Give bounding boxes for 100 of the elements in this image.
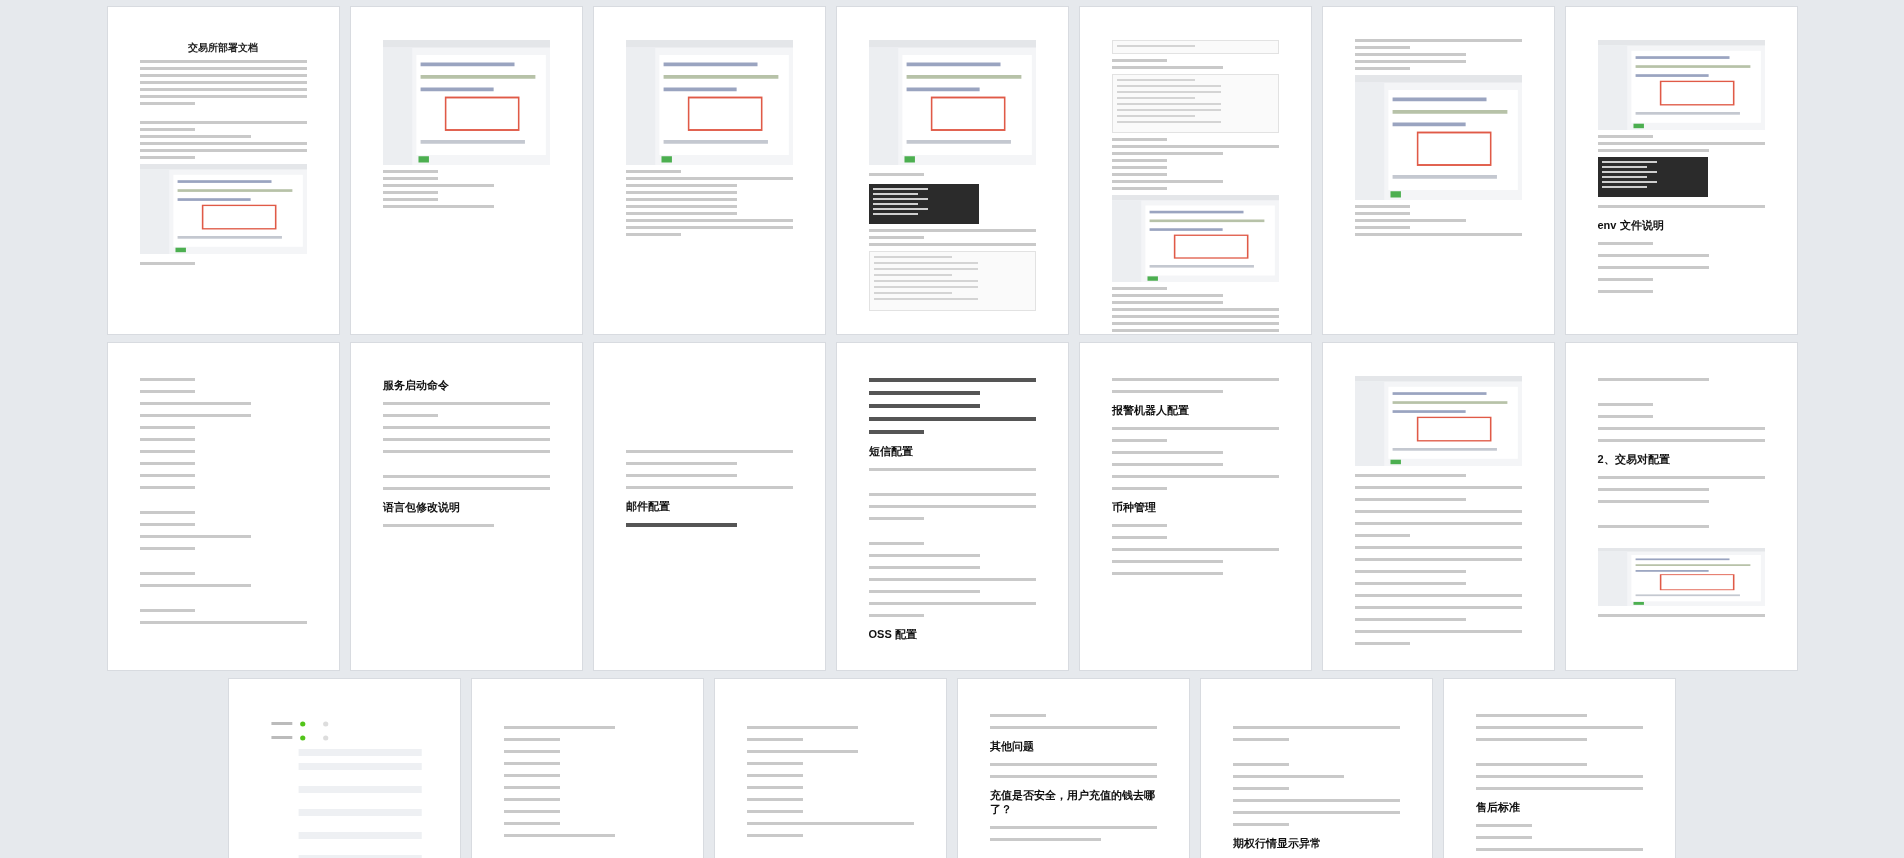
blurred-text-line: [1111, 186, 1168, 190]
blurred-text-line: [139, 438, 196, 441]
blurred-text-line: [139, 474, 196, 477]
section-heading: 期权行情显示异常: [1233, 836, 1322, 850]
document-page[interactable]: [835, 6, 1069, 335]
blurred-text-line: [747, 834, 803, 837]
blurred-text-line: [1597, 278, 1654, 281]
blurred-text-line: [382, 177, 439, 180]
document-page[interactable]: 售后标准: [1443, 678, 1676, 858]
blurred-text-line: [1597, 242, 1654, 245]
blurred-text-line: [1597, 290, 1654, 293]
blurred-text-line: [139, 609, 196, 612]
blurred-text-line: [139, 378, 196, 381]
blurred-text-line: [747, 774, 803, 777]
document-page[interactable]: env 文件说明: [1564, 6, 1798, 335]
blurred-text-line: [868, 517, 925, 520]
blurred-text-line: [1597, 403, 1654, 406]
blurred-text-line: [1597, 135, 1654, 138]
blurred-text-line: [868, 542, 925, 545]
blurred-text-line: [504, 738, 560, 741]
document-page[interactable]: 其他问题 充值是否安全，用户充值的钱去哪了？: [957, 678, 1190, 858]
document-page[interactable]: 2、交易对配置: [1564, 342, 1798, 671]
blurred-text-line: [747, 798, 803, 801]
blurred-text-line: [1354, 534, 1411, 537]
section-heading: 2、交易对配置: [1597, 452, 1671, 466]
document-page[interactable]: 期权行情显示异常: [1200, 678, 1433, 858]
document-title: 交易所部署文档: [187, 41, 259, 55]
blurred-text-line: [1111, 487, 1168, 490]
blurred-text-line: [139, 156, 196, 159]
blurred-text-line: [1111, 172, 1168, 176]
blurred-text-line: [1476, 824, 1532, 827]
blurred-text-line: [990, 714, 1046, 717]
blurred-text-line: [139, 426, 196, 429]
blurred-text-line: [139, 523, 196, 526]
blurred-text-line: [504, 750, 560, 753]
blurred-text-line: [504, 774, 560, 777]
blurred-text-line: [504, 762, 560, 765]
blurred-text-line: [1354, 226, 1411, 229]
section-heading: 短信配置: [868, 444, 914, 458]
blurred-text-line: [1111, 165, 1168, 169]
blurred-text-line: [1233, 823, 1289, 826]
blurred-text-line: [1233, 763, 1289, 766]
blurred-text-line: [1354, 212, 1411, 215]
blurred-text-line: [868, 614, 925, 617]
blurred-text-line: [1354, 205, 1411, 208]
blurred-text-line: [1111, 439, 1168, 442]
blurred-text-line: [1111, 158, 1168, 162]
blurred-text-line: [139, 572, 196, 575]
section-heading: 售后标准: [1476, 800, 1521, 814]
section-heading: 充值是否安全，用户充值的钱去哪了？: [990, 788, 1156, 816]
section-heading: 其他问题: [990, 739, 1035, 753]
blurred-text-line: [139, 102, 196, 105]
document-page[interactable]: 服务启动命令 语言包修改说明: [349, 342, 583, 671]
blurred-text-line: [139, 511, 196, 514]
blurred-text-line: [504, 822, 560, 825]
document-page[interactable]: 交易所部署文档: [106, 6, 340, 335]
blurred-text-line: [868, 173, 925, 176]
blurred-text-line: [139, 486, 196, 489]
blurred-text-line: [1111, 137, 1168, 141]
blurred-text-line: [1233, 738, 1289, 741]
blurred-text-line: [139, 547, 196, 550]
blurred-text-line: [139, 450, 196, 453]
section-heading: env 文件说明: [1597, 218, 1665, 232]
blurred-text-line: [139, 462, 196, 465]
blurred-text-line: [1597, 415, 1654, 418]
document-page[interactable]: 短信配置 OSS 配置: [835, 342, 1069, 671]
blurred-text-line: [747, 810, 803, 813]
blurred-text-line: [1111, 524, 1168, 527]
section-heading: 报警机器人配置: [1111, 403, 1190, 417]
section-heading: 邮件配置: [625, 499, 671, 513]
blurred-text-line: [504, 798, 560, 801]
blurred-text-line: [139, 390, 196, 393]
document-page[interactable]: 报警机器人配置 币种管理: [1078, 342, 1312, 671]
section-heading: 语言包修改说明: [382, 500, 461, 514]
blurred-text-line: [382, 170, 439, 173]
blurred-text-line: [382, 191, 439, 194]
section-heading: OSS 配置: [868, 627, 918, 641]
blurred-text-line: [504, 810, 560, 813]
blurred-text-line: [1354, 642, 1411, 645]
section-heading: 币种管理: [1111, 500, 1157, 514]
blurred-text-line: [1111, 536, 1168, 539]
blurred-text-line: [382, 198, 439, 201]
blurred-text-line: [747, 738, 803, 741]
blurred-text-line: [382, 414, 439, 417]
blurred-text-line: [139, 262, 196, 265]
blurred-text-line: [1354, 67, 1411, 70]
blurred-text-line: [1476, 836, 1532, 839]
blurred-text-line: [504, 786, 560, 789]
blurred-text-line: [1111, 58, 1168, 62]
blurred-text-line: [747, 786, 803, 789]
blurred-text-line: [1111, 287, 1168, 290]
blurred-text-line: [868, 236, 925, 239]
blurred-text-line: [625, 233, 682, 236]
blurred-text-line: [139, 128, 196, 131]
blurred-text-line: [747, 762, 803, 765]
blurred-text-line: [625, 170, 682, 173]
document-page[interactable]: 邮件配置: [592, 342, 826, 671]
section-heading: 服务启动命令: [382, 378, 450, 392]
blurred-text-line: [1233, 787, 1289, 790]
blurred-text-line: [1354, 46, 1411, 49]
